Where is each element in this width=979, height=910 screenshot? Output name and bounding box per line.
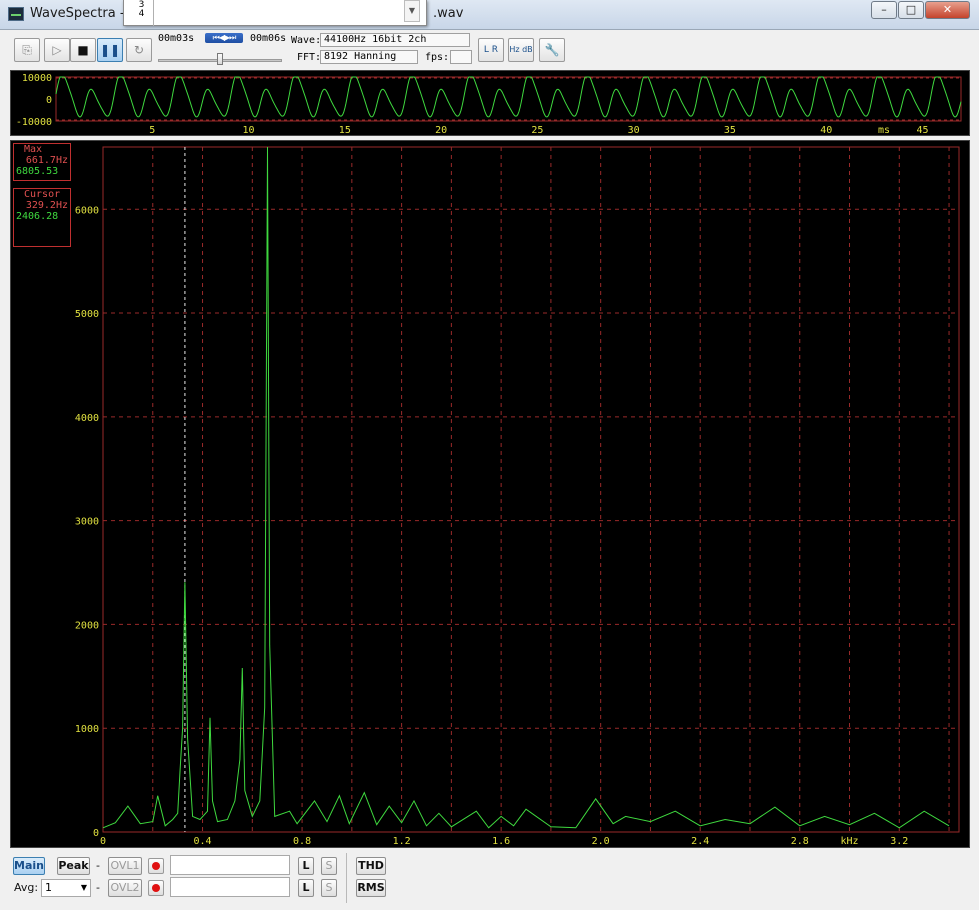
max-readout: Max 661.7Hz 6805.53: [13, 143, 71, 181]
wave-format-value: 44100Hz 16bit 2ch: [320, 33, 470, 47]
waveform-x-tick: 35: [724, 125, 736, 135]
dropdown-scroll-down-icon[interactable]: ▼: [404, 0, 420, 22]
window-title-suffix: .wav: [433, 6, 464, 21]
seek-transport-button[interactable]: ⏮◀▶⏭: [205, 33, 243, 43]
l-channel-button-2[interactable]: L: [298, 879, 314, 897]
spectrum-trace: [102, 146, 950, 829]
app-icon: [8, 7, 24, 21]
fps-label: fps:: [425, 52, 450, 63]
spectrum-x-tick: 0.4: [194, 836, 212, 847]
record-ovl1-icon[interactable]: [148, 858, 164, 874]
cursor-frequency: 329.2Hz: [25, 200, 68, 211]
close-button[interactable]: ✕: [925, 1, 970, 19]
spectrum-x-tick: 2.0: [592, 836, 610, 847]
main-button[interactable]: Main: [13, 857, 45, 875]
pause-button[interactable]: ❚❚: [97, 38, 123, 62]
s-button-1[interactable]: S: [321, 857, 337, 875]
spectrum-y-tick: 5000: [75, 309, 99, 320]
waveform-x-tick: 45: [916, 125, 928, 135]
record-ovl2-icon[interactable]: [148, 880, 164, 896]
spectrum-x-tick: 2.4: [691, 836, 709, 847]
cursor-value: 2406.28: [16, 211, 59, 222]
waveform-x-tick: 10: [243, 125, 255, 135]
fft-setting-value: 8192 Hanning: [320, 50, 418, 64]
s-button-2[interactable]: S: [321, 879, 337, 897]
waveform-y-tick: -10000: [16, 117, 52, 128]
spectrum-plot[interactable]: 0 1000 2000 3000 4000 5000 6000 0 0.4 0.8 1.2 1.6 2.…: [11, 141, 969, 847]
waveform-x-tick: 25: [531, 125, 543, 135]
waveform-panel: 10000 0 -10000 5 10 15 20 25 30 35 40 45 ms: [10, 70, 970, 136]
spectrum-y-tick: 2000: [75, 620, 99, 631]
wave-label: Wave:: [291, 35, 322, 46]
avg-value: 1: [45, 881, 52, 894]
waveform-y-tick: 0: [46, 95, 52, 106]
max-readout-label: Max: [24, 144, 43, 155]
lr-channel-button[interactable]: L R: [478, 38, 504, 62]
max-frequency: 661.7Hz: [25, 155, 68, 166]
spectrum-x-unit: kHz: [840, 836, 858, 847]
thd-button[interactable]: THD: [356, 857, 386, 875]
time-start: 00m03s: [158, 33, 195, 44]
time-end: 00m06s: [250, 33, 287, 44]
avg-label: Avg:: [14, 881, 39, 894]
ovl1-name-field[interactable]: [170, 855, 290, 875]
waveform-x-unit: ms: [878, 125, 890, 135]
peak-button[interactable]: Peak: [57, 857, 90, 875]
waveform-x-tick: 20: [435, 125, 447, 135]
spectrum-y-tick: 1000: [75, 724, 99, 735]
waveform-frame: [55, 76, 962, 122]
waveform-x-tick: 40: [820, 125, 832, 135]
max-value: 6805.53: [16, 166, 59, 177]
spectrum-panel[interactable]: 0 1000 2000 3000 4000 5000 6000 0 0.4 0.8 1.2 1.6 2.…: [10, 140, 970, 848]
play-marker-button[interactable]: ▷: [44, 38, 70, 62]
fps-value: [450, 50, 472, 64]
spectrum-frame: [102, 146, 960, 833]
spectrum-x-tick: 0: [100, 836, 106, 847]
spectrum-y-tick: 3000: [75, 517, 99, 528]
separator-dash: -: [96, 859, 100, 872]
dropdown-list[interactable]: 3 4 ▼: [123, 0, 427, 26]
chevron-down-icon: ▼: [80, 883, 87, 892]
open-file-button[interactable]: ⎘: [14, 38, 40, 62]
hz-db-scale-button[interactable]: Hz dB: [508, 38, 534, 62]
waveform-x-tick: 15: [339, 125, 351, 135]
cursor-readout-label: Cursor: [24, 189, 61, 200]
cursor-readout: Cursor 329.2Hz 2406.28: [13, 188, 71, 247]
dropdown-index-column: 3 4: [130, 0, 154, 26]
divider: [346, 853, 347, 903]
waveform-y-tick: 10000: [22, 73, 52, 84]
separator-dash: -: [96, 881, 100, 894]
spectrum-x-tick: 1.6: [492, 836, 510, 847]
spectrum-x-tick: 1.2: [393, 836, 411, 847]
waveform-x-tick: 30: [628, 125, 640, 135]
maximize-button[interactable]: □: [898, 1, 924, 19]
stop-button[interactable]: ■: [70, 38, 96, 62]
wavespectra-window: WaveSpectra - D .wav – □ ✕ 3 4 ▼ ⎘ ▷ ■ ❚…: [0, 0, 979, 910]
waveform-x-tick: 5: [149, 125, 155, 135]
avg-select[interactable]: 1 ▼: [41, 879, 91, 897]
spectrum-y-tick: 6000: [75, 205, 99, 216]
reload-button[interactable]: ↻: [126, 38, 152, 62]
dropdown-item[interactable]: 4: [130, 10, 153, 19]
spectrum-x-tick: 3.2: [890, 836, 908, 847]
spectrum-x-tick: 0.8: [293, 836, 311, 847]
spectrum-y-tick: 0: [93, 828, 99, 839]
ovl2-button[interactable]: OVL2: [108, 879, 142, 897]
ovl1-button[interactable]: OVL1: [108, 857, 142, 875]
minimize-button[interactable]: –: [871, 1, 897, 19]
bottom-controls: [0, 850, 979, 910]
spectrum-x-tick: 2.8: [791, 836, 809, 847]
fft-label: FFT:: [297, 52, 322, 63]
ovl2-name-field[interactable]: [170, 877, 290, 897]
spectrum-y-tick: 4000: [75, 413, 99, 424]
settings-wrench-icon[interactable]: 🔧: [539, 38, 565, 62]
l-channel-button-1[interactable]: L: [298, 857, 314, 875]
waveform-trace: [55, 76, 962, 118]
position-slider-thumb[interactable]: [217, 53, 223, 65]
rms-button[interactable]: RMS: [356, 879, 386, 897]
waveform-plot: 10000 0 -10000 5 10 15 20 25 30 35 40 45 ms: [16, 73, 962, 136]
toolbar: ⎘ ▷ ■ ❚❚ ↻ 00m03s ⏮◀▶⏭ 00m06s Wave: 4410…: [0, 30, 979, 70]
